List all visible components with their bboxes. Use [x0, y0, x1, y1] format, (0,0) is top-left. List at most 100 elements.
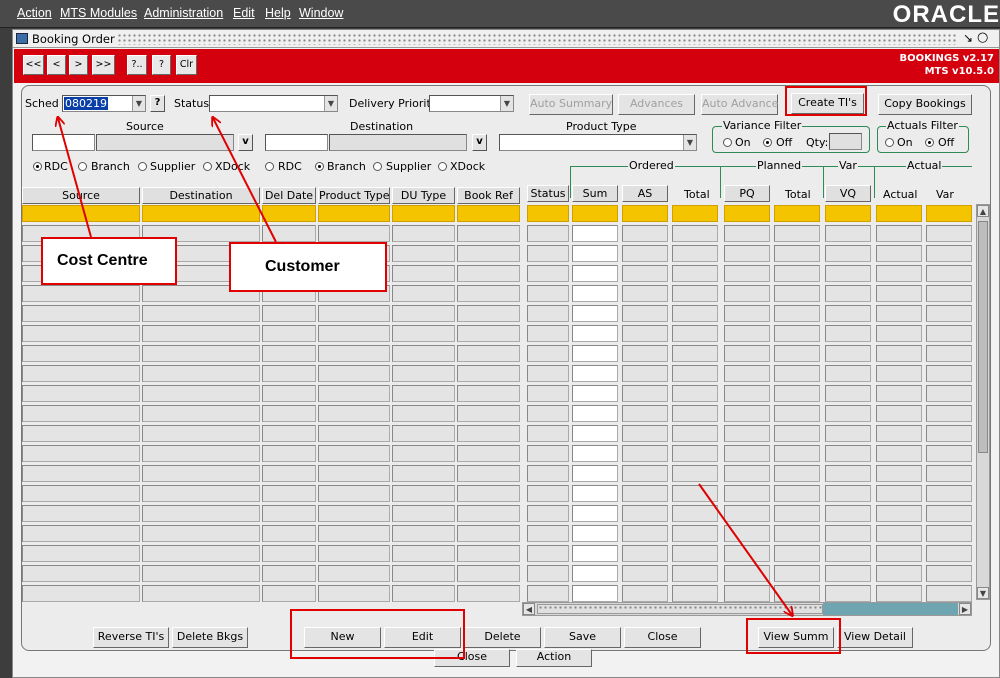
window-titlebar[interactable]: Booking Order ↘ ○	[13, 30, 999, 48]
list-of-values-button[interactable]: ?..	[127, 55, 147, 75]
scroll-left-icon[interactable]: ◀	[523, 603, 535, 615]
table-cell[interactable]	[22, 325, 140, 342]
table-cell[interactable]	[318, 385, 390, 402]
selected-row-cell[interactable]	[926, 205, 972, 222]
table-cell[interactable]	[774, 385, 820, 402]
dest-branch-radio[interactable]	[315, 162, 324, 171]
table-cell[interactable]	[622, 585, 668, 602]
table-cell[interactable]	[876, 545, 922, 562]
table-cell[interactable]	[142, 385, 260, 402]
selected-row-cell[interactable]	[262, 205, 316, 222]
table-cell[interactable]	[142, 485, 260, 502]
table-cell[interactable]	[262, 545, 316, 562]
table-cell[interactable]	[457, 405, 520, 422]
last-record-button[interactable]: >>	[92, 55, 115, 75]
table-cell[interactable]	[724, 405, 770, 422]
table-cell[interactable]	[318, 225, 390, 242]
table-cell[interactable]	[774, 505, 820, 522]
table-cell[interactable]	[876, 385, 922, 402]
table-cell[interactable]	[318, 305, 390, 322]
table-cell[interactable]	[22, 425, 140, 442]
table-cell[interactable]	[22, 305, 140, 322]
table-cell[interactable]	[527, 485, 569, 502]
selected-row-cell[interactable]	[457, 205, 520, 222]
table-cell[interactable]	[572, 405, 618, 422]
table-cell[interactable]	[724, 585, 770, 602]
table-cell[interactable]	[774, 565, 820, 582]
table-cell[interactable]	[457, 265, 520, 282]
table-cell[interactable]	[926, 465, 972, 482]
next-record-button[interactable]: >	[69, 55, 88, 75]
table-cell[interactable]	[672, 485, 718, 502]
table-cell[interactable]	[825, 465, 871, 482]
table-cell[interactable]	[142, 325, 260, 342]
menu-action[interactable]: Action	[17, 6, 52, 20]
delivery-priority-select[interactable]: ▼	[429, 95, 514, 112]
table-cell[interactable]	[774, 545, 820, 562]
table-cell[interactable]	[672, 565, 718, 582]
table-cell[interactable]	[22, 525, 140, 542]
table-cell[interactable]	[527, 405, 569, 422]
clear-button[interactable]: Clr	[176, 55, 197, 75]
menu-edit[interactable]: Edit	[233, 6, 255, 20]
table-cell[interactable]	[876, 565, 922, 582]
table-cell[interactable]	[142, 505, 260, 522]
table-cell[interactable]	[142, 525, 260, 542]
table-cell[interactable]	[724, 385, 770, 402]
table-cell[interactable]	[724, 305, 770, 322]
table-cell[interactable]	[262, 565, 316, 582]
table-cell[interactable]	[825, 505, 871, 522]
table-cell[interactable]	[774, 305, 820, 322]
table-cell[interactable]	[672, 245, 718, 262]
table-cell[interactable]	[142, 445, 260, 462]
table-cell[interactable]	[825, 265, 871, 282]
source-lov-button[interactable]: v	[238, 134, 253, 151]
selected-row-cell[interactable]	[622, 205, 668, 222]
table-cell[interactable]	[774, 585, 820, 602]
table-cell[interactable]	[926, 285, 972, 302]
table-cell[interactable]	[672, 225, 718, 242]
table-cell[interactable]	[672, 345, 718, 362]
selected-row-cell[interactable]	[724, 205, 770, 222]
minimize-icon[interactable]: ↘	[963, 31, 973, 45]
selected-row-cell[interactable]	[572, 205, 618, 222]
vertical-scrollbar[interactable]: ▲ ▼	[976, 204, 990, 600]
table-cell[interactable]	[672, 325, 718, 342]
table-cell[interactable]	[262, 445, 316, 462]
table-cell[interactable]	[926, 585, 972, 602]
table-cell[interactable]	[724, 285, 770, 302]
source-supplier-radio[interactable]	[138, 162, 147, 171]
table-cell[interactable]	[318, 485, 390, 502]
table-cell[interactable]	[672, 465, 718, 482]
variance-off-radio[interactable]	[763, 138, 772, 147]
table-cell[interactable]	[527, 265, 569, 282]
table-cell[interactable]	[774, 405, 820, 422]
table-cell[interactable]	[825, 285, 871, 302]
reverse-tis-button[interactable]: Reverse TI's	[93, 627, 169, 648]
table-cell[interactable]	[262, 225, 316, 242]
table-cell[interactable]	[774, 345, 820, 362]
table-cell[interactable]	[724, 265, 770, 282]
table-cell[interactable]	[876, 405, 922, 422]
table-cell[interactable]	[622, 365, 668, 382]
table-cell[interactable]	[622, 565, 668, 582]
table-cell[interactable]	[22, 445, 140, 462]
table-cell[interactable]	[142, 565, 260, 582]
table-cell[interactable]	[876, 365, 922, 382]
copy-bookings-button[interactable]: Copy Bookings	[878, 94, 972, 115]
table-cell[interactable]	[724, 445, 770, 462]
menu-help[interactable]: Help	[265, 6, 291, 20]
table-cell[interactable]	[22, 465, 140, 482]
table-cell[interactable]	[825, 245, 871, 262]
table-cell[interactable]	[724, 225, 770, 242]
view-detail-button[interactable]: View Detail	[837, 627, 913, 648]
table-cell[interactable]	[672, 385, 718, 402]
table-cell[interactable]	[142, 545, 260, 562]
table-cell[interactable]	[926, 245, 972, 262]
table-cell[interactable]	[318, 565, 390, 582]
sched-field[interactable]: 080219 ▼	[62, 95, 146, 112]
table-cell[interactable]	[572, 345, 618, 362]
table-cell[interactable]	[392, 305, 455, 322]
table-cell[interactable]	[318, 425, 390, 442]
table-cell[interactable]	[142, 425, 260, 442]
